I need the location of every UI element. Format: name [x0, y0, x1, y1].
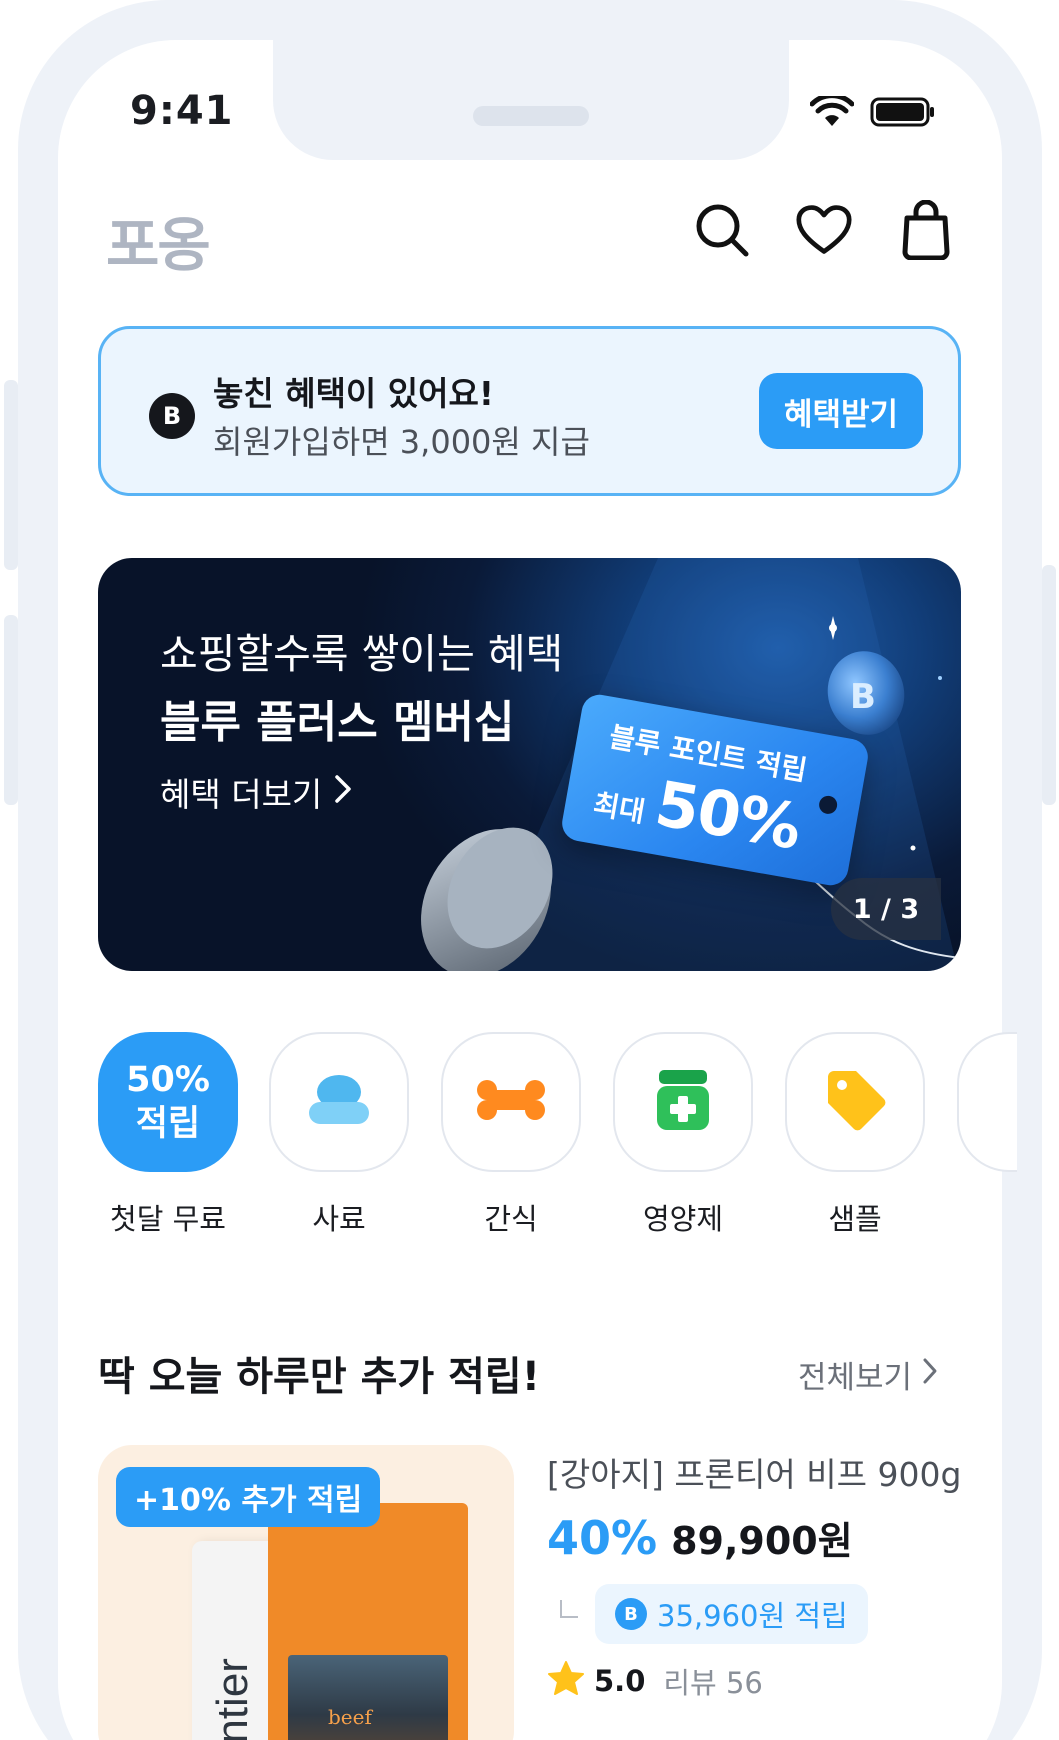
product-image[interactable]: beef frontier +10% 추가 적립 [98, 1445, 514, 1740]
product-price-row: 40% 89,900원 [547, 1510, 853, 1565]
tile-percent: 50% [126, 1060, 210, 1100]
category-food[interactable]: 사료 [269, 1032, 409, 1238]
status-icons [809, 93, 936, 132]
category-tile [269, 1032, 409, 1172]
reward-amount: 35,960원 적립 [657, 1599, 848, 1633]
section-title: 딱 오늘 하루만 추가 적립! [98, 1354, 540, 1400]
product-price: 89,900원 [671, 1519, 853, 1563]
first-month-reward-tile: 50% 적립 [98, 1032, 238, 1172]
blue-point-badge: B [149, 393, 195, 439]
status-time: 9:41 [130, 88, 234, 134]
get-benefit-button[interactable]: 혜택받기 [759, 373, 923, 449]
svg-text:B: B [850, 677, 876, 717]
search-icon[interactable] [694, 200, 750, 260]
category-tile [613, 1032, 753, 1172]
signup-benefit-banner[interactable]: B 놓친 혜택이 있어요! 회원가입하면 3,000원 지급 혜택받기 [98, 326, 961, 496]
chevron-right-icon [334, 773, 352, 812]
blue-point-icon: B [615, 1598, 647, 1630]
category-label: 첫달 무료 [110, 1202, 226, 1236]
category-tile [785, 1032, 925, 1172]
battery-icon [870, 96, 936, 132]
price-tag-icon [822, 1067, 888, 1137]
promo-subtitle: 쇼핑할수록 쌓이는 혜택 [160, 630, 564, 678]
category-next-partial[interactable] [957, 1032, 1017, 1172]
header-actions [694, 200, 954, 260]
promo-more-link[interactable]: 혜택 더보기 [160, 768, 352, 816]
product-name[interactable]: [강아지] 프론티어 비프 900g [547, 1448, 961, 1496]
supplement-jar-icon [655, 1068, 711, 1136]
reply-corner-icon [560, 1600, 578, 1618]
category-label: 영양제 [642, 1202, 724, 1236]
product-brand-logo: frontier [208, 1658, 257, 1740]
category-label: 사료 [312, 1202, 366, 1236]
star-icon [548, 1660, 584, 1702]
tag-prefix: 최대 [590, 787, 648, 829]
benefit-title: 놓친 혜택이 있어요! [213, 374, 494, 413]
category-tile [441, 1032, 581, 1172]
app-logo[interactable]: 포옹 [106, 198, 211, 282]
heart-icon[interactable] [796, 200, 852, 260]
chevron-right-icon [922, 1357, 938, 1393]
reward-points-chip: B 35,960원 적립 [595, 1584, 868, 1644]
product-rating: 5.0 리뷰 56 [548, 1660, 763, 1702]
category-sample[interactable]: 샘플 [785, 1032, 925, 1238]
view-all-link[interactable]: 전체보기 [798, 1352, 938, 1397]
promo-title: 블루 플러스 멤버십 [160, 697, 515, 748]
shopping-bag-icon[interactable] [898, 200, 954, 260]
banner-pager: 1 / 3 [831, 878, 941, 940]
extra-reward-badge: +10% 추가 적립 [116, 1467, 381, 1527]
tile-label: 적립 [135, 1104, 201, 1144]
category-snack[interactable]: 간식 [441, 1032, 581, 1238]
membership-promo-banner[interactable]: B 쇼핑할수록 쌓이는 혜택 블루 플러스 멤버십 혜택 더보기 블루 포인트 … [98, 558, 961, 971]
view-all-label: 전체보기 [798, 1360, 913, 1396]
benefit-subtitle: 회원가입하면 3,000원 지급 [213, 423, 590, 461]
promo-more-label: 혜택 더보기 [160, 775, 323, 814]
category-tile [957, 1032, 1017, 1172]
category-label: 샘플 [828, 1202, 882, 1236]
discount-rate: 40% [547, 1511, 658, 1565]
wifi-icon [809, 93, 855, 132]
tag-hole [817, 794, 839, 816]
category-label: 간식 [484, 1202, 538, 1236]
category-first-month[interactable]: 50% 적립 첫달 무료 [98, 1032, 238, 1238]
food-bowl-icon [306, 1072, 372, 1132]
category-supplement[interactable]: 영양제 [613, 1032, 753, 1238]
review-count[interactable]: 리뷰 56 [663, 1660, 762, 1702]
bone-icon [475, 1078, 547, 1126]
product-package-text: beef [328, 1705, 372, 1729]
rating-score: 5.0 [594, 1664, 646, 1698]
